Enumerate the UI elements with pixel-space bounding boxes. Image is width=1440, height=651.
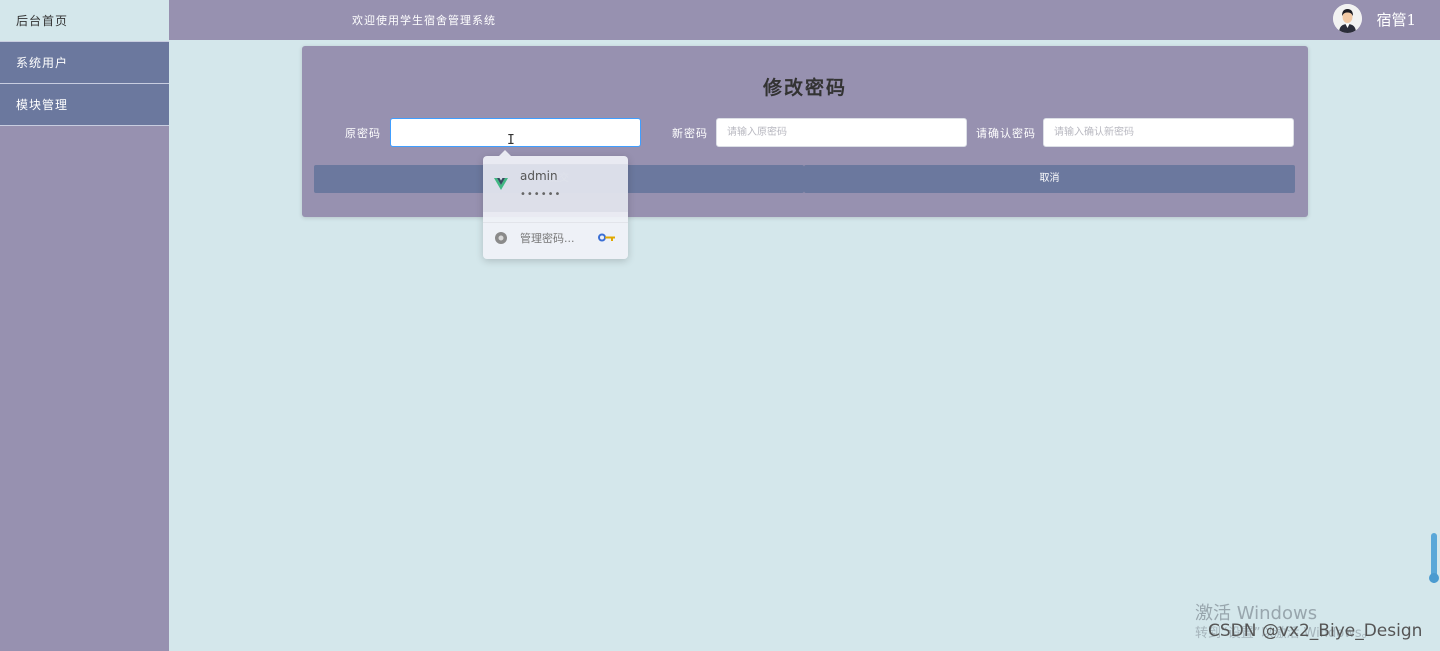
password-autofill-popup: admin •••••• 管理密码...	[483, 150, 628, 259]
autofill-username: admin	[520, 169, 558, 183]
new-password-input[interactable]	[716, 118, 967, 147]
old-password-input[interactable]	[390, 118, 641, 147]
old-password-label: 原密码	[345, 127, 381, 140]
sidebar-item-home[interactable]: 后台首页	[0, 0, 169, 42]
welcome-text: 欢迎使用学生宿舍管理系统	[352, 14, 496, 27]
avatar-icon	[1333, 4, 1362, 33]
csdn-watermark: CSDN @vx2_Biye_Design	[1208, 621, 1423, 641]
autofill-credential-item[interactable]: admin ••••••	[483, 164, 628, 212]
page-title: 修改密码	[762, 77, 847, 99]
confirm-password-input[interactable]	[1043, 118, 1294, 147]
sidebar: 后台首页 系统用户 模块管理	[0, 0, 169, 651]
user-avatar[interactable]	[1333, 4, 1362, 33]
manage-passwords-link[interactable]: 管理密码...	[520, 230, 575, 246]
cancel-button[interactable]: 取消	[804, 165, 1295, 193]
chrome-icon	[495, 232, 507, 244]
key-icon	[598, 233, 615, 242]
change-password-card: 修改密码 原密码 新密码 请确认密码 提交 取消	[302, 46, 1308, 217]
scrollbar-handle[interactable]	[1429, 573, 1439, 583]
vue-logo-icon	[494, 178, 508, 190]
top-header: 欢迎使用学生宿舍管理系统 宿管1	[169, 0, 1440, 40]
divider	[483, 222, 628, 223]
sidebar-item-module-management[interactable]: 模块管理	[0, 84, 169, 126]
new-password-label: 新密码	[672, 127, 708, 140]
text-cursor-icon: I	[507, 133, 515, 148]
confirm-password-label: 请确认密码	[976, 127, 1036, 140]
username-label[interactable]: 宿管1	[1376, 9, 1416, 30]
autofill-password-mask: ••••••	[520, 189, 562, 200]
sidebar-item-system-users[interactable]: 系统用户	[0, 42, 169, 84]
